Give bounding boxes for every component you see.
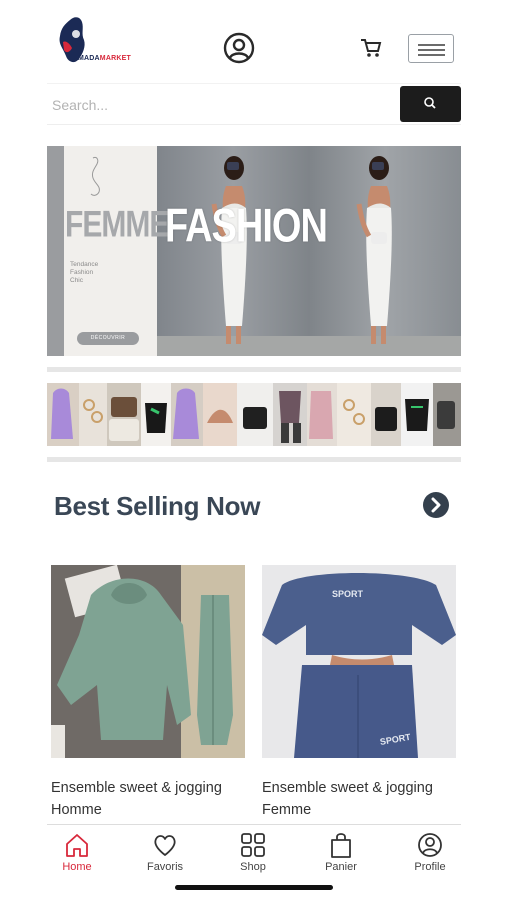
product-image [51, 565, 245, 758]
navy-tracksuit-image: SPORT SPORT [262, 565, 456, 758]
section-divider [47, 367, 461, 372]
woman-silhouette-icon [90, 157, 100, 196]
see-all-button[interactable] [423, 492, 449, 518]
nav-shop[interactable]: Shop [218, 831, 288, 881]
search-icon [424, 97, 436, 109]
best-selling-title: Best Selling Now [54, 491, 261, 521]
nav-label: Profile [414, 861, 446, 873]
home-indicator[interactable] [175, 885, 333, 890]
hero-banner[interactable]: Tendance Fashion Chic DÉCOUVRIR FEMME FA… [47, 146, 461, 356]
nav-favorites[interactable]: Favoris [130, 831, 200, 881]
brand-name-part-b: MARKET [99, 55, 131, 62]
chevron-right-circle-icon [423, 492, 449, 518]
hamburger-menu-icon-line-3 [418, 54, 445, 56]
collage-banner[interactable] [47, 383, 461, 446]
product-name[interactable]: Ensemble sweet & jogging Homme [51, 777, 245, 821]
hero-tags: Tendance Fashion Chic [70, 261, 130, 285]
shopping-bag-icon [331, 833, 351, 858]
hero-word-right: FASHION [165, 200, 328, 253]
discover-button[interactable]: DÉCOUVRIR [77, 332, 139, 345]
grid-icon [241, 833, 265, 857]
cart-button[interactable] [359, 37, 383, 59]
app-header: MADAMARKET [0, 0, 507, 82]
bottom-navigation: Home Favoris Shop Panier Profile [47, 824, 461, 880]
nav-label: Panier [325, 861, 357, 873]
hero-side-bar [47, 146, 64, 356]
hamburger-menu-icon-line-2 [418, 49, 445, 51]
nav-home[interactable]: Home [42, 831, 112, 881]
nav-label: Home [62, 861, 92, 873]
nav-label: Favoris [146, 861, 184, 873]
product-image: SPORT SPORT [262, 565, 456, 758]
brand-name-part-a: MADA [78, 55, 100, 62]
search-input[interactable] [47, 88, 387, 122]
hero-word-left: FEMME [65, 204, 169, 246]
account-button[interactable] [222, 31, 256, 65]
collage-image [47, 383, 461, 446]
product-name[interactable]: Ensemble sweet & jogging Femme [262, 777, 456, 821]
heart-icon [154, 835, 176, 856]
hero-tag: Tendance [70, 261, 99, 268]
section-divider-2 [47, 457, 461, 462]
brand-name: MADAMARKET [78, 55, 131, 62]
nav-cart[interactable]: Panier [306, 831, 376, 881]
user-circle-icon [418, 833, 442, 857]
nav-label: Shop [240, 861, 266, 873]
nav-profile[interactable]: Profile [395, 831, 465, 881]
hamburger-menu-icon [418, 44, 445, 46]
home-icon [66, 834, 88, 857]
search-bar [47, 83, 461, 125]
green-tracksuit-image [51, 565, 245, 758]
sport-print: SPORT [332, 589, 364, 599]
hero-side-panel: Tendance Fashion Chic DÉCOUVRIR [47, 146, 157, 356]
user-circle-icon [223, 32, 255, 64]
search-button[interactable] [400, 86, 461, 122]
menu-toggle-button[interactable] [408, 34, 454, 63]
hero-tag: Chic [70, 277, 84, 284]
hero-tag: Fashion [70, 269, 94, 276]
hero-model-image-2 [356, 156, 392, 344]
cart-icon [361, 39, 382, 57]
